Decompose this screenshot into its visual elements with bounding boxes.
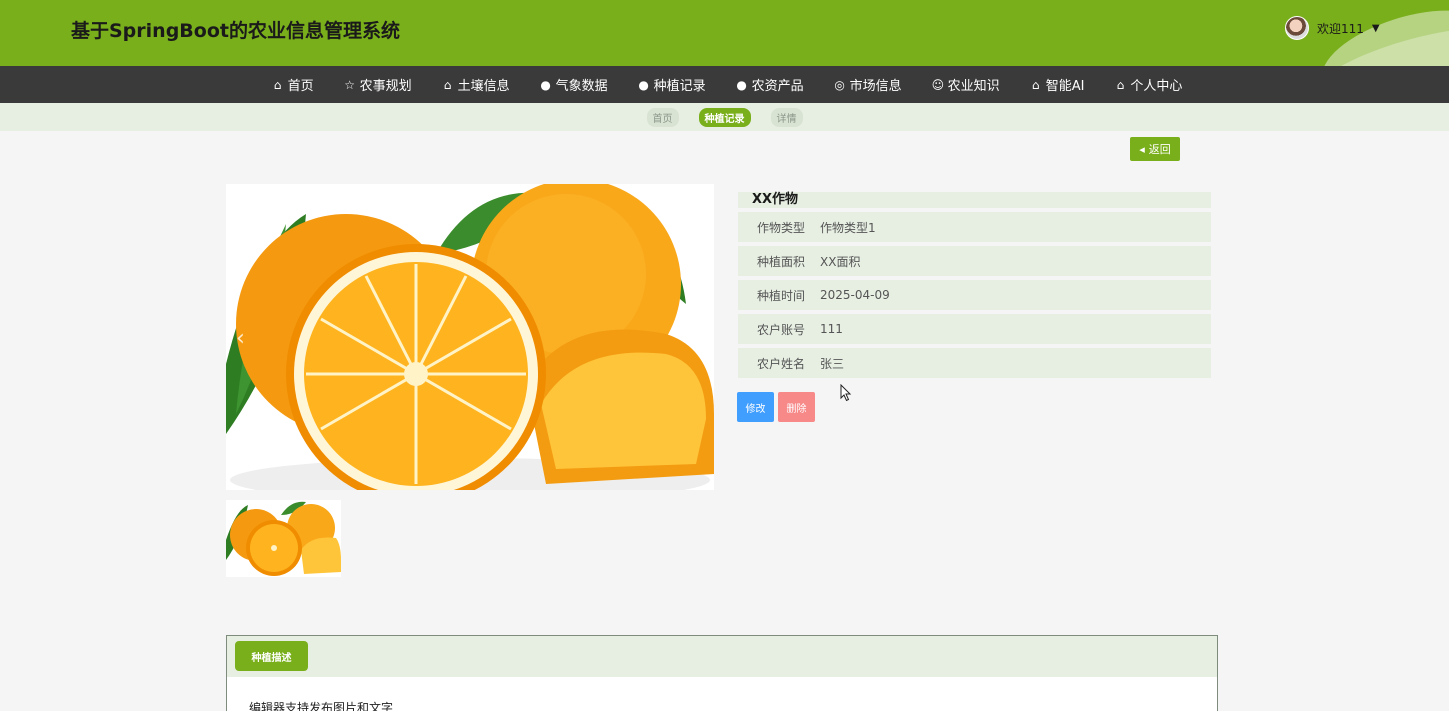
tab-description[interactable]: 种植描述 (235, 641, 308, 671)
nav-item-label[interactable]: 农资产品 (752, 75, 804, 94)
detail-row-label: 种植时间 (756, 288, 805, 303)
caret-down-icon[interactable]: ▼ (1372, 23, 1380, 34)
detail-panel: XX作物 作物类型 作物类型1 种植面积 XX面积 种植时间 2025-04-0… (738, 192, 1211, 378)
detail-row-label: 作物类型 (756, 220, 805, 235)
home-icon: ⌂ (1116, 77, 1125, 92)
detail-row-label: 农户账号 (756, 322, 805, 337)
nav-item-planning[interactable]: ☆ 农事规划 (344, 75, 412, 95)
crop-image[interactable] (226, 184, 714, 490)
nav-item-label[interactable]: 土壤信息 (458, 75, 510, 94)
detail-row: 农户姓名 张三 (738, 348, 1211, 378)
nav-item-label[interactable]: 气象数据 (556, 75, 608, 94)
breadcrumb-planting[interactable]: 种植记录 (698, 107, 751, 127)
detail-row: 种植面积 XX面积 (738, 246, 1211, 276)
description-text: 编辑器支持发布图片和文字 (249, 701, 394, 711)
nav-item-supplies[interactable]: ● 农资产品 (736, 75, 804, 95)
back-button-label[interactable]: 返回 (1149, 141, 1171, 157)
target-icon: ◎ (834, 77, 845, 92)
nav-item-planting[interactable]: ● 种植记录 (638, 75, 706, 95)
nav-item-home[interactable]: ⌂ 首页 (272, 75, 314, 95)
detail-row-value: 2025-04-09 (820, 288, 890, 302)
home-icon: ⌂ (1031, 77, 1040, 92)
caret-left-icon: ◂ (1139, 142, 1145, 156)
detail-row: 作物类型 作物类型1 (738, 212, 1211, 242)
nav-item-label[interactable]: 农事规划 (360, 75, 412, 94)
nav-item-label[interactable]: 个人中心 (1130, 75, 1182, 94)
nav-item-label[interactable]: 首页 (288, 75, 314, 94)
description-panel: 种植描述 编辑器支持发布图片和文字 (226, 635, 1218, 711)
question-icon: ● (638, 77, 649, 92)
bag-icon: ⌂ (443, 77, 452, 92)
breadcrumb-home[interactable]: 首页 (646, 107, 679, 127)
nav-item-label[interactable]: 农业知识 (948, 75, 1000, 94)
description-header: 种植描述 (227, 636, 1217, 677)
thumbnail[interactable] (226, 500, 341, 577)
detail-row-value: XX面积 (820, 254, 861, 269)
breadcrumb-detail: 详情 (770, 107, 803, 127)
nav-item-soil[interactable]: ⌂ 土壤信息 (442, 75, 510, 95)
detail-row-value: 111 (820, 322, 843, 336)
user-menu[interactable]: 欢迎111 ▼ (1285, 16, 1380, 40)
detail-title: XX作物 (738, 192, 1211, 208)
site-title: 基于SpringBoot的农业信息管理系统 (71, 20, 400, 42)
mouse-cursor-icon (840, 384, 852, 402)
avatar[interactable] (1285, 16, 1309, 40)
nav-item-profile[interactable]: ⌂ 个人中心 (1114, 75, 1183, 95)
nav-item-market[interactable]: ◎ 市场信息 (834, 75, 902, 95)
back-button[interactable]: ◂ 返回 (1130, 137, 1180, 161)
nav-item-ai[interactable]: ⌂ 智能AI (1030, 75, 1085, 95)
delete-button[interactable]: 删除 (778, 392, 815, 422)
detail-row-value: 作物类型1 (820, 220, 876, 235)
detail-row: 种植时间 2025-04-09 (738, 280, 1211, 310)
detail-row-label: 农户姓名 (756, 356, 805, 371)
nav-item-label[interactable]: 智能AI (1046, 75, 1085, 94)
detail-row-value: 张三 (820, 356, 845, 371)
orange-thumbnail-image (226, 500, 341, 577)
nav-item-label[interactable]: 种植记录 (654, 75, 706, 94)
star-icon: ☆ (344, 77, 355, 92)
detail-row: 农户账号 111 (738, 314, 1211, 344)
info-icon: ● (540, 77, 551, 92)
home-icon: ⌂ (273, 77, 282, 92)
nav-item-label[interactable]: 市场信息 (850, 75, 902, 94)
chevron-left-icon[interactable]: ‹ (236, 326, 245, 351)
nav-item-weather[interactable]: ● 气象数据 (540, 75, 608, 95)
breadcrumb: 首页 种植记录 详情 (0, 103, 1449, 131)
header: 基于SpringBoot的农业信息管理系统 欢迎111 ▼ (0, 0, 1449, 66)
smile-icon: ☺ (931, 77, 945, 92)
nav-item-knowledge[interactable]: ☺ 农业知识 (931, 75, 1000, 95)
edit-button[interactable]: 修改 (737, 392, 774, 422)
detail-row-label: 种植面积 (756, 254, 805, 269)
main-nav: ⌂ 首页 ☆ 农事规划 ⌂ 土壤信息 ● 气象数据 ● 种植记录 ● 农资产品 … (0, 66, 1449, 103)
orange-image (226, 184, 714, 490)
info-icon: ● (736, 77, 747, 92)
user-greeting[interactable]: 欢迎111 (1317, 20, 1364, 37)
